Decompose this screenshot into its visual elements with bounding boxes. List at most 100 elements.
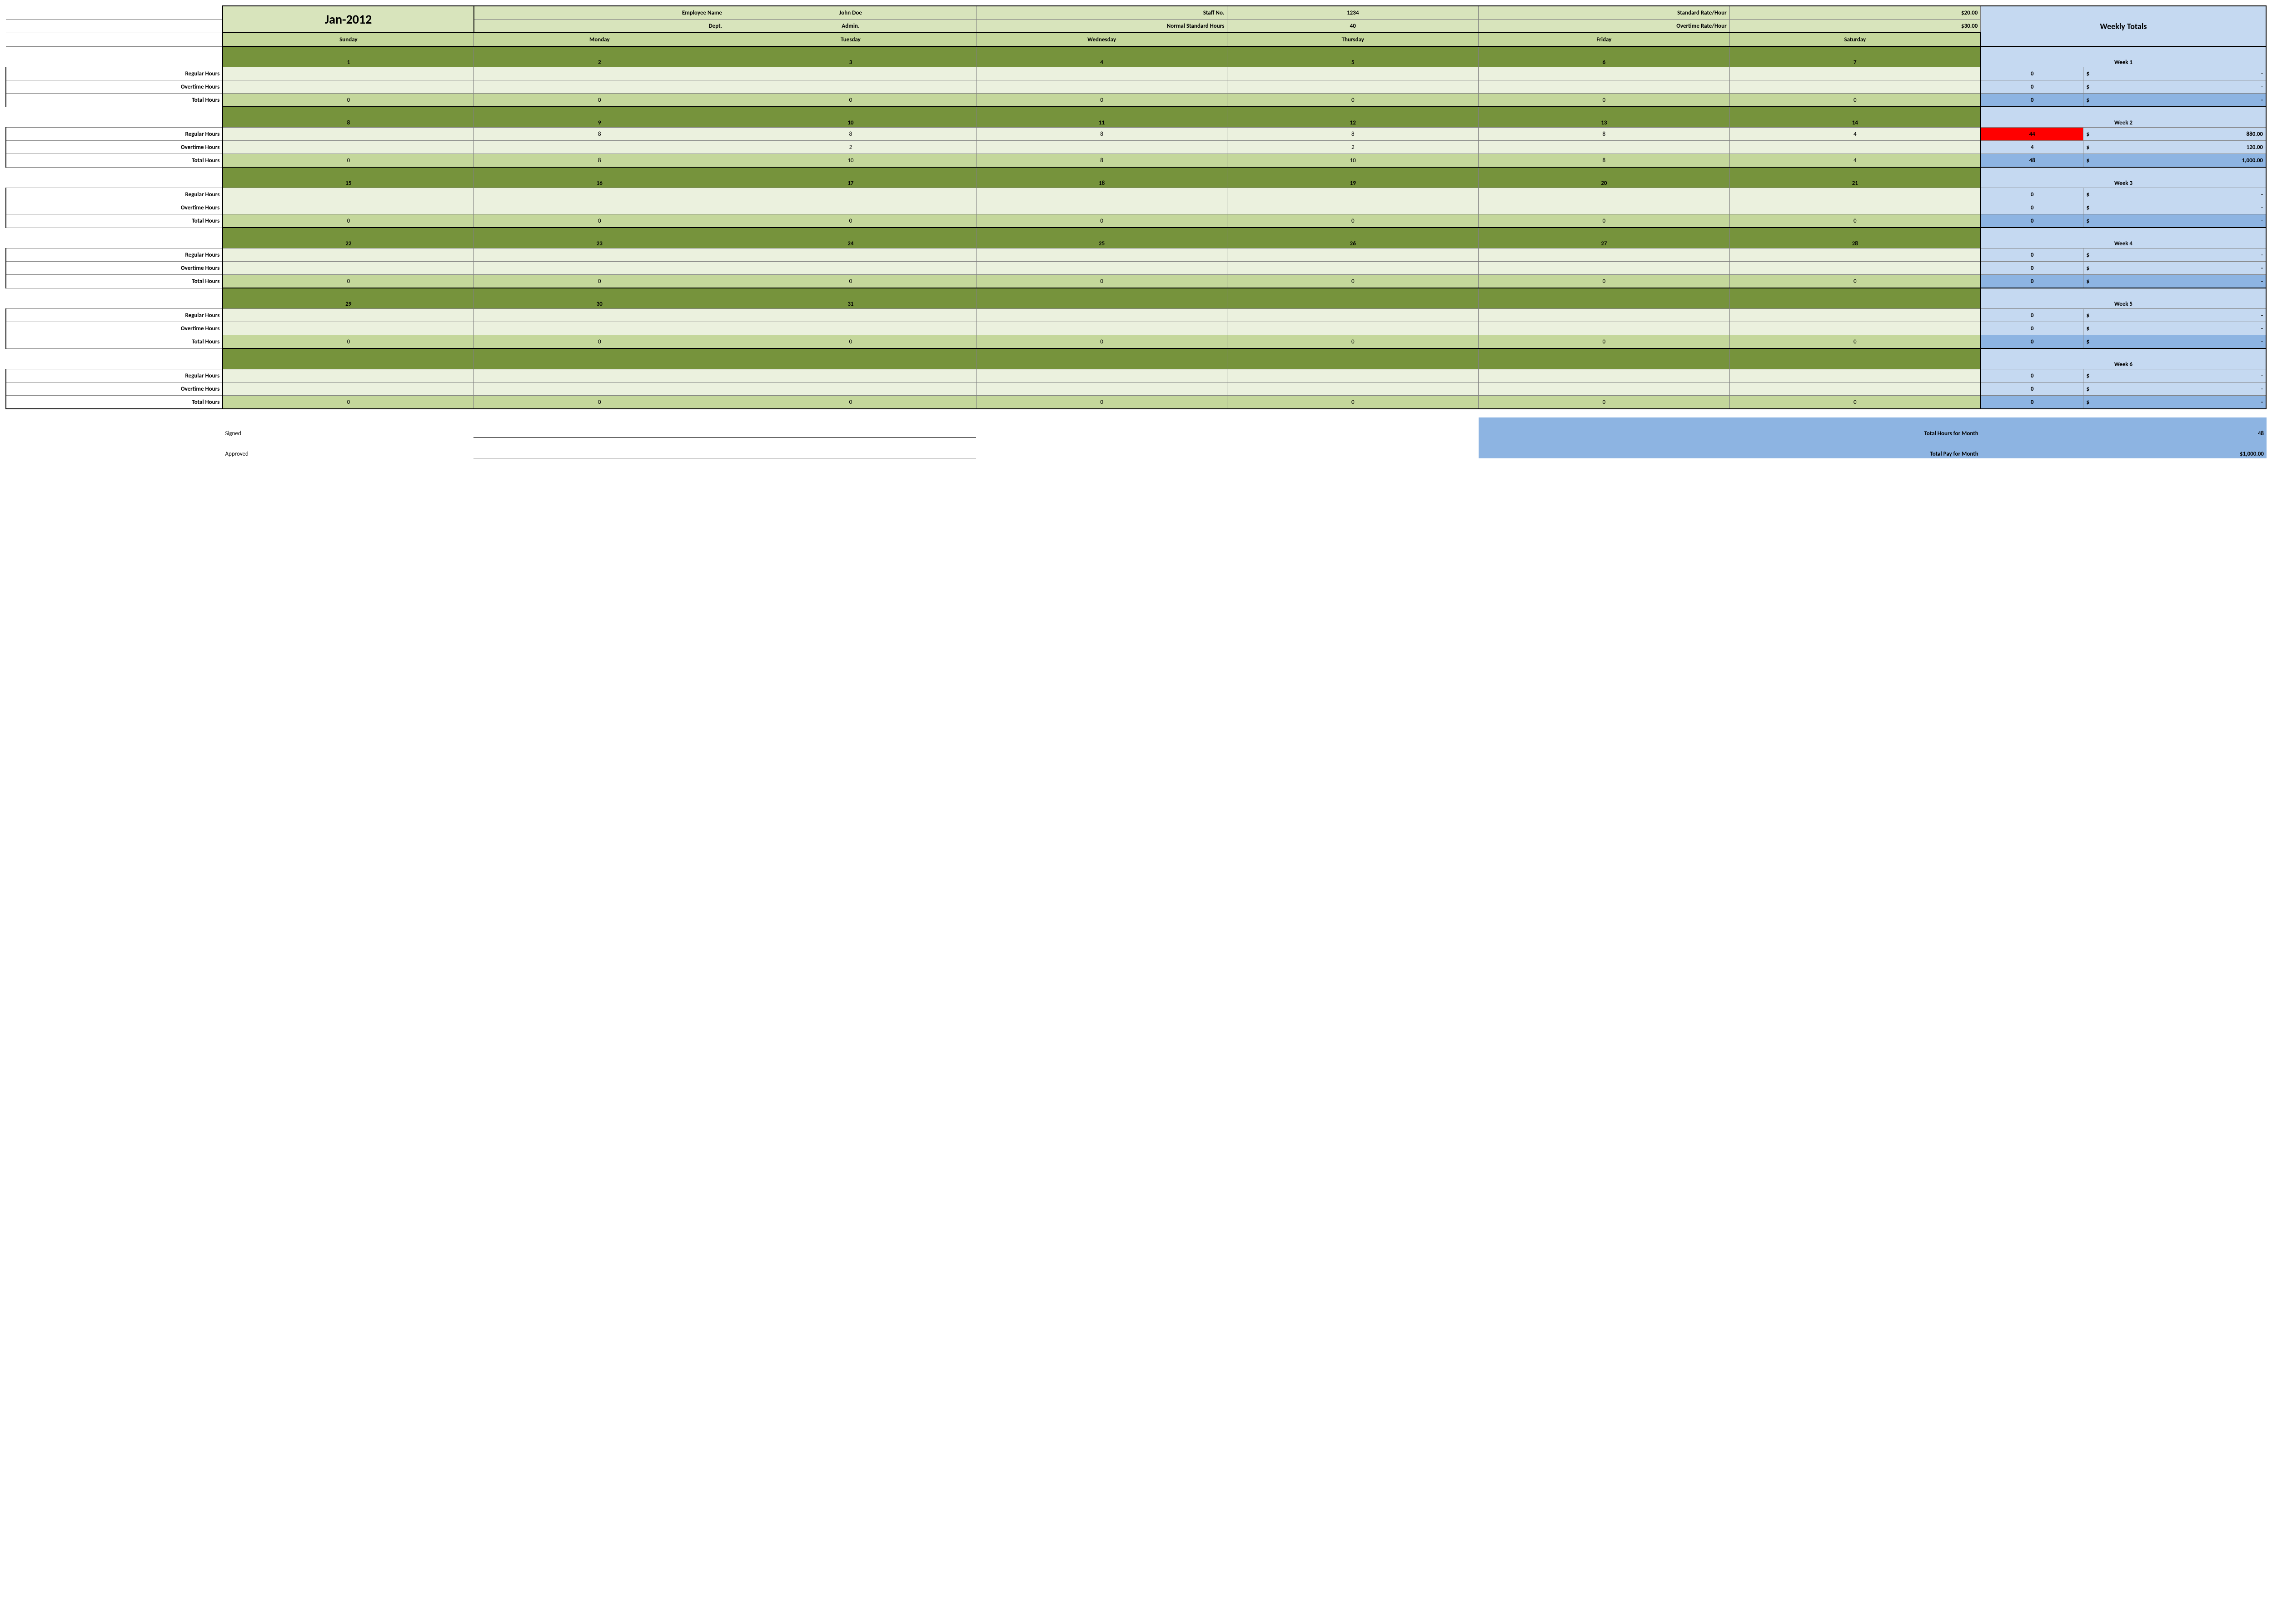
overtime-hours-cell[interactable] <box>976 80 1227 94</box>
overtime-hours-cell[interactable] <box>976 322 1227 335</box>
regular-hours-cell[interactable] <box>474 309 725 322</box>
overtime-hours-cell[interactable] <box>1479 80 1730 94</box>
val-std-rate[interactable]: $20.00 <box>1729 6 1981 20</box>
week-label: Week 2 <box>1981 107 2266 128</box>
overtime-hours-cell[interactable] <box>1729 322 1981 335</box>
regular-hours-cell[interactable] <box>1729 369 1981 382</box>
row-label-total: Total Hours <box>6 335 223 349</box>
regular-hours-cell[interactable] <box>1479 369 1730 382</box>
regular-hours-cell[interactable] <box>1479 309 1730 322</box>
regular-hours-cell[interactable] <box>725 67 977 80</box>
regular-hours-cell[interactable] <box>223 369 474 382</box>
overtime-hours-cell[interactable] <box>976 201 1227 214</box>
overtime-hours-cell[interactable] <box>1227 262 1479 275</box>
regular-hours-cell[interactable] <box>1479 248 1730 262</box>
regular-hours-cell[interactable] <box>1227 369 1479 382</box>
overtime-hours-cell[interactable] <box>1479 201 1730 214</box>
regular-hours-cell[interactable] <box>474 369 725 382</box>
overtime-hours-cell[interactable] <box>223 80 474 94</box>
overtime-hours-cell[interactable] <box>1479 322 1730 335</box>
overtime-hours-cell[interactable] <box>725 201 977 214</box>
val-emp-name[interactable]: John Doe <box>725 6 977 20</box>
regular-hours-cell[interactable] <box>223 128 474 141</box>
overtime-hours-cell[interactable] <box>223 382 474 396</box>
val-dept[interactable]: Admin. <box>725 20 977 33</box>
overtime-hours-cell[interactable] <box>725 262 977 275</box>
overtime-hours-cell[interactable] <box>1479 141 1730 154</box>
date-cell <box>1479 288 1730 309</box>
regular-hours-cell[interactable] <box>1479 67 1730 80</box>
overtime-hours-cell[interactable] <box>474 382 725 396</box>
overtime-hours-cell[interactable] <box>223 322 474 335</box>
overtime-hours-cell[interactable] <box>474 322 725 335</box>
regular-hours-cell[interactable] <box>223 309 474 322</box>
total-hours-month-value: 48 <box>1981 417 2267 438</box>
overtime-hours-cell[interactable] <box>1479 262 1730 275</box>
overtime-hours-cell[interactable] <box>725 382 977 396</box>
overtime-hours-cell[interactable] <box>725 80 977 94</box>
overtime-hours-cell[interactable] <box>1227 322 1479 335</box>
total-hours-cell: 0 <box>223 396 474 409</box>
regular-hours-cell[interactable] <box>1227 67 1479 80</box>
overtime-hours-cell[interactable] <box>474 262 725 275</box>
overtime-hours-cell[interactable] <box>1729 382 1981 396</box>
overtime-hours-sum: 0 <box>1981 80 2083 94</box>
regular-hours-cell[interactable] <box>1729 67 1981 80</box>
overtime-hours-cell[interactable] <box>474 201 725 214</box>
regular-hours-cell[interactable] <box>223 248 474 262</box>
overtime-hours-cell[interactable] <box>223 141 474 154</box>
regular-hours-cell[interactable] <box>1729 248 1981 262</box>
regular-hours-cell[interactable] <box>1479 188 1730 201</box>
regular-hours-cell[interactable] <box>725 248 977 262</box>
overtime-hours-cell[interactable] <box>223 201 474 214</box>
overtime-hours-cell[interactable] <box>1729 201 1981 214</box>
overtime-hours-cell[interactable] <box>976 262 1227 275</box>
overtime-hours-cell[interactable] <box>1729 262 1981 275</box>
regular-hours-cell[interactable] <box>474 248 725 262</box>
regular-hours-cell[interactable] <box>976 188 1227 201</box>
signed-line[interactable] <box>473 417 976 438</box>
regular-hours-cell[interactable] <box>1227 248 1479 262</box>
overtime-hours-cell[interactable] <box>1227 201 1479 214</box>
overtime-hours-cell[interactable] <box>1479 382 1730 396</box>
regular-hours-cell[interactable]: 8 <box>474 128 725 141</box>
regular-hours-cell[interactable] <box>1729 188 1981 201</box>
overtime-hours-cell[interactable] <box>976 382 1227 396</box>
regular-hours-cell[interactable] <box>474 188 725 201</box>
regular-hours-cell[interactable] <box>976 309 1227 322</box>
regular-hours-cell[interactable]: 8 <box>1227 128 1479 141</box>
regular-hours-cell[interactable] <box>725 369 977 382</box>
overtime-hours-cell[interactable] <box>1227 382 1479 396</box>
overtime-hours-cell[interactable] <box>1227 80 1479 94</box>
overtime-hours-sum: 0 <box>1981 382 2083 396</box>
approved-line[interactable] <box>473 438 976 458</box>
regular-hours-cell[interactable] <box>976 248 1227 262</box>
overtime-hours-cell[interactable] <box>474 80 725 94</box>
regular-hours-cell[interactable] <box>1729 309 1981 322</box>
regular-hours-cell[interactable] <box>474 67 725 80</box>
row-label-regular: Regular Hours <box>6 369 223 382</box>
regular-hours-cell[interactable] <box>976 67 1227 80</box>
val-norm-hours[interactable]: 40 <box>1227 20 1479 33</box>
overtime-hours-cell[interactable]: 2 <box>1227 141 1479 154</box>
regular-hours-cell[interactable] <box>1227 309 1479 322</box>
overtime-hours-cell[interactable] <box>1729 80 1981 94</box>
regular-hours-cell[interactable]: 8 <box>725 128 977 141</box>
overtime-hours-cell[interactable] <box>1729 141 1981 154</box>
overtime-hours-cell[interactable]: 2 <box>725 141 977 154</box>
val-staff-no[interactable]: 1234 <box>1227 6 1479 20</box>
regular-hours-cell[interactable] <box>1227 188 1479 201</box>
regular-hours-cell[interactable] <box>725 309 977 322</box>
regular-hours-cell[interactable]: 4 <box>1729 128 1981 141</box>
regular-hours-cell[interactable] <box>223 67 474 80</box>
overtime-hours-cell[interactable] <box>223 262 474 275</box>
val-ot-rate[interactable]: $30.00 <box>1729 20 1981 33</box>
overtime-hours-cell[interactable] <box>474 141 725 154</box>
regular-hours-cell[interactable] <box>223 188 474 201</box>
regular-hours-cell[interactable]: 8 <box>976 128 1227 141</box>
overtime-hours-cell[interactable] <box>976 141 1227 154</box>
regular-hours-cell[interactable] <box>976 369 1227 382</box>
overtime-hours-cell[interactable] <box>725 322 977 335</box>
regular-hours-cell[interactable]: 8 <box>1479 128 1730 141</box>
regular-hours-cell[interactable] <box>725 188 977 201</box>
